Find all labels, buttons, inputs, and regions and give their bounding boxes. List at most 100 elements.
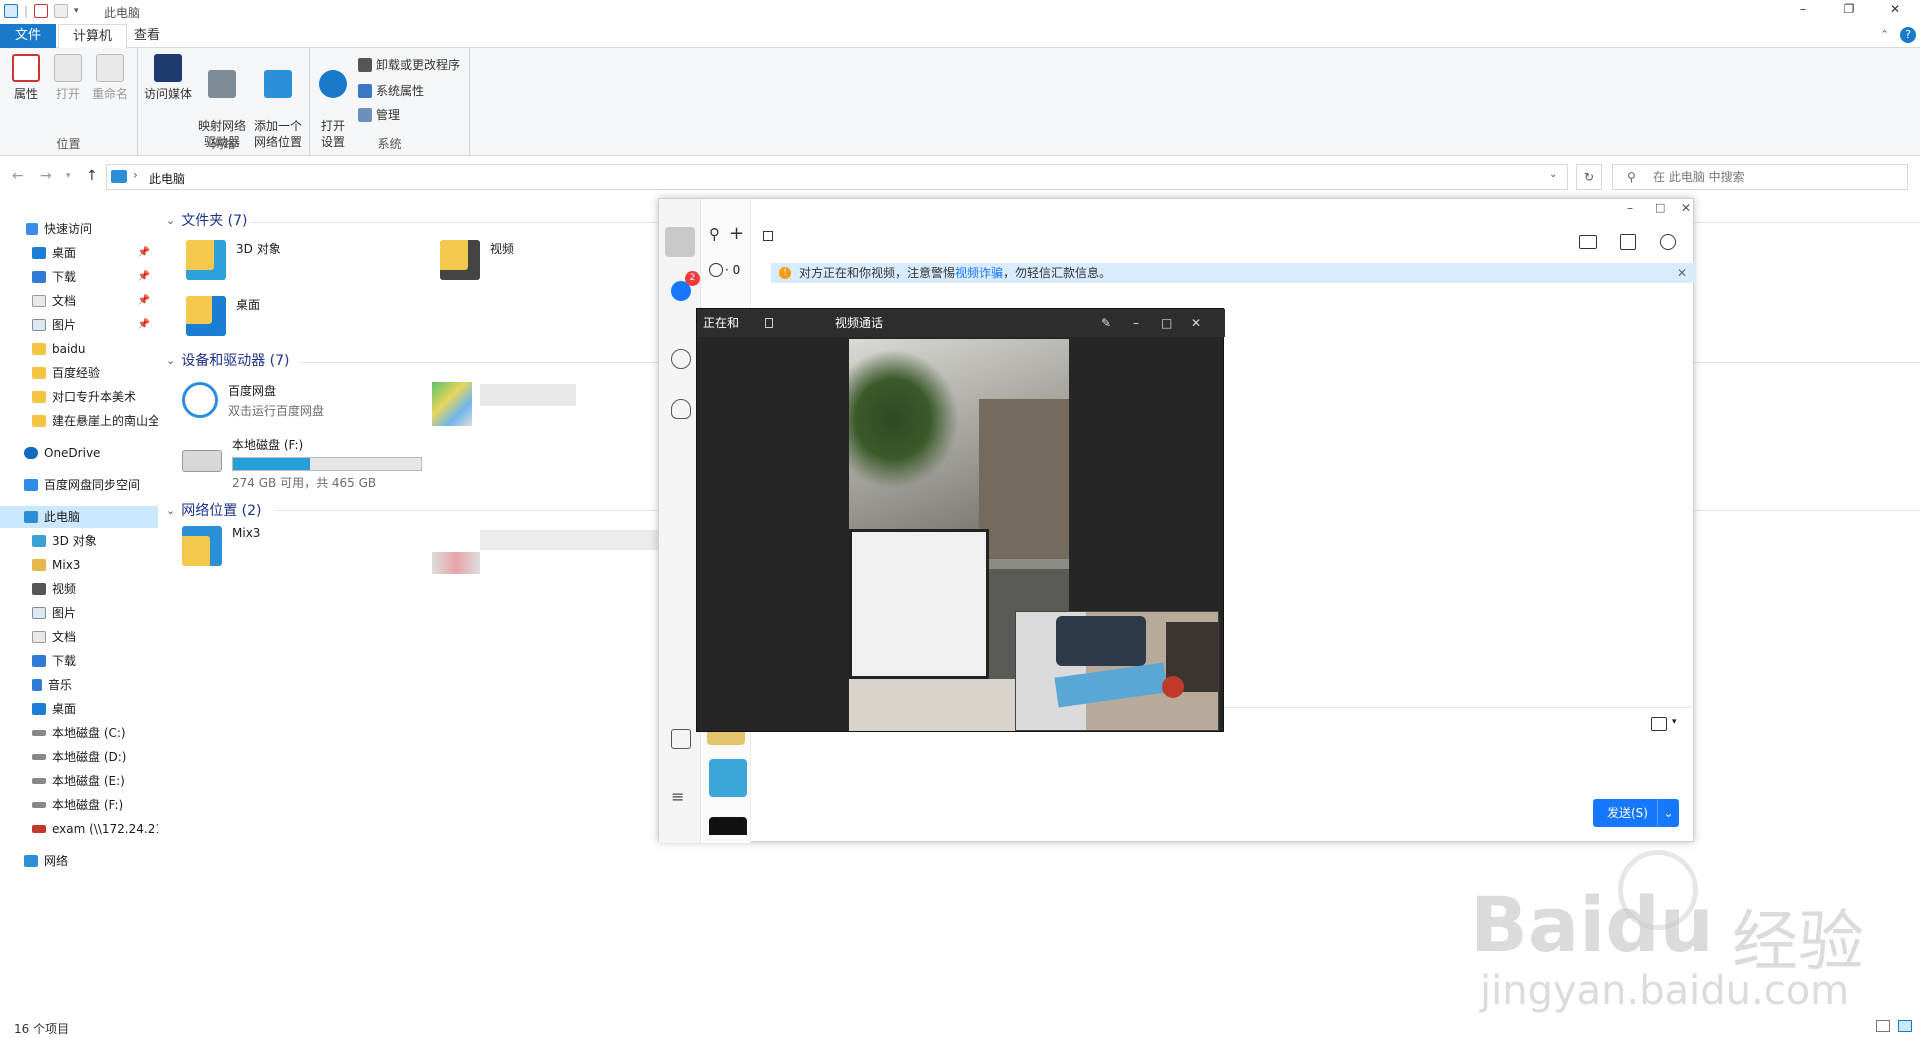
section-title: 设备和驱动器 (7) — [181, 353, 290, 369]
system-properties-button[interactable]: 系统属性 — [358, 80, 424, 102]
customize-toolbar-icon[interactable]: ▾ — [74, 6, 79, 16]
close-button[interactable]: ✕ — [1681, 201, 1691, 215]
sidebar-item-videos[interactable]: 视频 — [0, 578, 158, 600]
screen-share-icon[interactable] — [1579, 235, 1597, 249]
back-icon[interactable]: ← — [12, 168, 24, 184]
avatar[interactable] — [665, 227, 695, 257]
sidebar-item-3d-objects[interactable]: 3D 对象 — [0, 530, 158, 552]
tab-computer[interactable]: 计算机 — [58, 24, 128, 49]
chevron-down-icon: ⌄ — [166, 213, 176, 227]
video-folder-icon — [440, 240, 480, 280]
add-member-icon[interactable] — [1620, 234, 1636, 250]
address-dropdown-icon[interactable]: ⌄ — [1549, 169, 1557, 180]
sidebar-label: 百度经验 — [52, 366, 101, 380]
tab-view[interactable]: 查看 — [120, 24, 174, 48]
sidebar-item-desktop[interactable]: 桌面 📌 — [0, 242, 158, 264]
maximize-button[interactable]: ❐ — [1826, 2, 1872, 20]
forward-icon[interactable]: → — [40, 168, 52, 184]
fraud-link[interactable]: 视频诈骗 — [955, 266, 1003, 280]
sidebar-item-desktop-pc[interactable]: 桌面 — [0, 698, 158, 720]
open-button[interactable]: 打开 — [46, 54, 90, 102]
sidebar-item-drive-c[interactable]: 本地磁盘 (C:) — [0, 722, 158, 744]
send-button[interactable]: 发送(S) ⌄ — [1593, 799, 1679, 827]
manage-button[interactable]: 管理 — [358, 104, 400, 126]
uninstall-programs-button[interactable]: 卸载或更改程序 — [358, 54, 460, 76]
sidebar-item-downloads-pc[interactable]: 下载 — [0, 650, 158, 672]
minimize-button[interactable]: – — [1133, 309, 1139, 337]
properties-button[interactable]: 属性 — [4, 54, 48, 102]
sidebar-this-pc[interactable]: 此电脑 — [0, 506, 158, 528]
sidebar-quick-access[interactable]: 快速访问 — [0, 218, 158, 240]
sidebar-item-pictures-pc[interactable]: 图片 — [0, 602, 158, 624]
status-check-icon[interactable] — [709, 263, 723, 277]
minimize-button[interactable]: – — [1780, 2, 1826, 20]
blurred-label — [480, 384, 576, 406]
folder-desktop[interactable]: 桌面 — [186, 296, 260, 336]
sidebar-network[interactable]: 网络 — [0, 850, 158, 872]
rename-button[interactable]: 重命名 — [88, 54, 132, 102]
details-view-icon[interactable] — [1876, 1020, 1890, 1032]
sidebar-item-drive-f[interactable]: 本地磁盘 (F:) — [0, 794, 158, 816]
plus-icon[interactable]: + — [729, 223, 744, 244]
sidebar-item-documents-pc[interactable]: 文档 — [0, 626, 158, 648]
sidebar-item-nanshan[interactable]: 建在悬崖上的南山全 — [0, 410, 158, 432]
contacts-icon[interactable] — [671, 349, 691, 369]
cloud-icon[interactable] — [671, 399, 691, 419]
recent-locations-icon[interactable]: ▾ — [66, 171, 71, 181]
folder-videos[interactable]: 视频 — [440, 240, 514, 280]
sidebar-item-downloads[interactable]: 下载 📌 — [0, 266, 158, 288]
sidebar-item-drive-e[interactable]: 本地磁盘 (E:) — [0, 770, 158, 792]
refresh-icon[interactable]: ↻ — [1576, 164, 1602, 190]
network-section-header[interactable]: ⌄ 网络位置 (2) — [166, 500, 262, 520]
sidebar-baidu-sync[interactable]: 百度网盘同步空间 — [0, 474, 158, 496]
send-options-icon[interactable]: ⌄ — [1657, 799, 1679, 827]
access-media-button[interactable]: 访问媒体 — [142, 54, 194, 102]
baidu-disk-item[interactable]: 百度网盘 双击运行百度网盘 — [182, 382, 324, 419]
local-video-preview — [1015, 611, 1219, 731]
menu-icon[interactable]: ≡ — [671, 787, 684, 806]
tab-file[interactable]: 文件 — [0, 24, 56, 48]
devices-section-header[interactable]: ⌄ 设备和驱动器 (7) — [166, 350, 290, 370]
close-button[interactable]: ✕ — [1872, 2, 1918, 20]
folders-section-header[interactable]: ⌄ 文件夹 (7) — [166, 210, 248, 230]
cube-icon[interactable] — [671, 729, 691, 749]
settings-gear-icon[interactable] — [1660, 234, 1676, 250]
sidebar-item-drive-d[interactable]: 本地磁盘 (D:) — [0, 746, 158, 768]
search-input[interactable]: ⚲ 在 此电脑 中搜索 — [1612, 164, 1908, 190]
maximize-button[interactable]: □ — [1161, 309, 1172, 337]
sidebar-onedrive[interactable]: OneDrive — [0, 442, 158, 464]
up-icon[interactable]: ↑ — [86, 168, 98, 184]
new-folder-icon[interactable] — [54, 4, 69, 18]
large-icons-view-icon[interactable] — [1898, 1020, 1912, 1032]
breadcrumb-this-pc[interactable]: 此电脑 — [149, 170, 185, 187]
sidebar-item-pictures[interactable]: 图片 📌 — [0, 314, 158, 336]
sidebar-item-music[interactable]: 音乐 — [0, 674, 158, 696]
blurred-device-item[interactable] — [432, 382, 576, 430]
sidebar-item-baidu-jingyan[interactable]: 百度经验 — [0, 362, 158, 384]
close-banner-icon[interactable]: ✕ — [1677, 263, 1687, 283]
collapse-ribbon-icon[interactable]: ⌃ — [1880, 28, 1889, 41]
local-disk-f-item[interactable]: 本地磁盘 (F:) 274 GB 可用，共 465 GB — [182, 436, 422, 491]
address-bar[interactable]: › 此电脑 ⌄ — [106, 164, 1568, 190]
blurred-network-item[interactable] — [432, 530, 660, 576]
close-button[interactable]: ✕ — [1191, 309, 1201, 337]
sidebar-item-art[interactable]: 对口专升本美术 — [0, 386, 158, 408]
sidebar-item-documents[interactable]: 文档 📌 — [0, 290, 158, 312]
sidebar-label: 图片 — [52, 606, 77, 620]
sidebar-item-baidu[interactable]: baidu — [0, 338, 158, 360]
phone-icon — [32, 559, 46, 571]
sidebar-item-exam[interactable]: exam (\\172.24.21 — [0, 818, 158, 840]
properties-icon[interactable] — [34, 4, 49, 18]
network-item-mix3[interactable]: Mix3 — [182, 526, 260, 566]
folder-3d-objects[interactable]: 3D 对象 — [186, 240, 281, 280]
search-icon[interactable]: ⚲ — [709, 225, 720, 243]
chevron-down-icon[interactable]: ▾ — [1672, 717, 1677, 727]
sidebar-item-mix3[interactable]: Mix3 — [0, 554, 158, 576]
pin-icon[interactable]: ✎ — [1101, 309, 1111, 337]
chat-avatar[interactable] — [709, 817, 747, 835]
chat-history-icon[interactable] — [1651, 717, 1667, 731]
maximize-button[interactable]: □ — [1655, 201, 1665, 214]
chat-avatar-graduation[interactable] — [709, 759, 747, 797]
minimize-button[interactable]: – — [1627, 201, 1633, 215]
help-icon[interactable]: ? — [1900, 27, 1916, 43]
